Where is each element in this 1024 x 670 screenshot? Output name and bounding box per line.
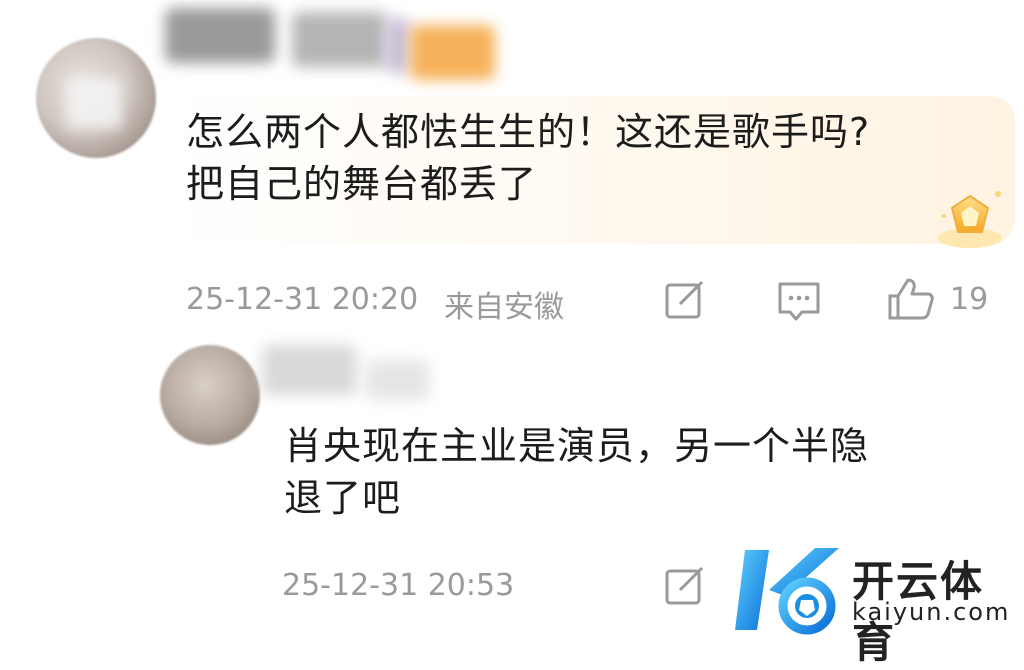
like-count: 19	[950, 282, 989, 317]
watermark-subtitle: kaiyun.com	[852, 598, 1011, 626]
reply-username-blurred[interactable]	[365, 360, 430, 400]
user-badge-blurred	[410, 25, 495, 80]
vip-badge-icon	[938, 191, 1002, 248]
username-blurred[interactable]	[292, 12, 387, 67]
comment-text-line2: 把自己的舞台都丢了	[186, 162, 538, 206]
reply-text-line1: 肖央现在主业是演员，另一个半隐	[284, 424, 870, 468]
comment-location: 来自安徽	[444, 290, 564, 325]
share-icon[interactable]	[664, 280, 708, 320]
reply-text-line2: 退了吧	[284, 476, 402, 520]
kaiyun-logo-icon	[735, 548, 839, 635]
username-blurred[interactable]	[165, 8, 275, 63]
user-avatar[interactable]	[36, 38, 156, 158]
comment-icon[interactable]	[776, 280, 822, 322]
like-icon[interactable]	[886, 276, 936, 322]
reply-timestamp: 25-12-31 20:53	[282, 568, 515, 603]
share-icon[interactable]	[664, 566, 708, 606]
user-tag-blurred	[385, 18, 410, 73]
comment-text-line1: 怎么两个人都怯生生的！这还是歌手吗?	[186, 110, 871, 154]
comment-timestamp: 25-12-31 20:20	[186, 282, 419, 317]
reply-user-avatar[interactable]	[160, 345, 260, 445]
reply-username-blurred[interactable]	[262, 345, 357, 395]
